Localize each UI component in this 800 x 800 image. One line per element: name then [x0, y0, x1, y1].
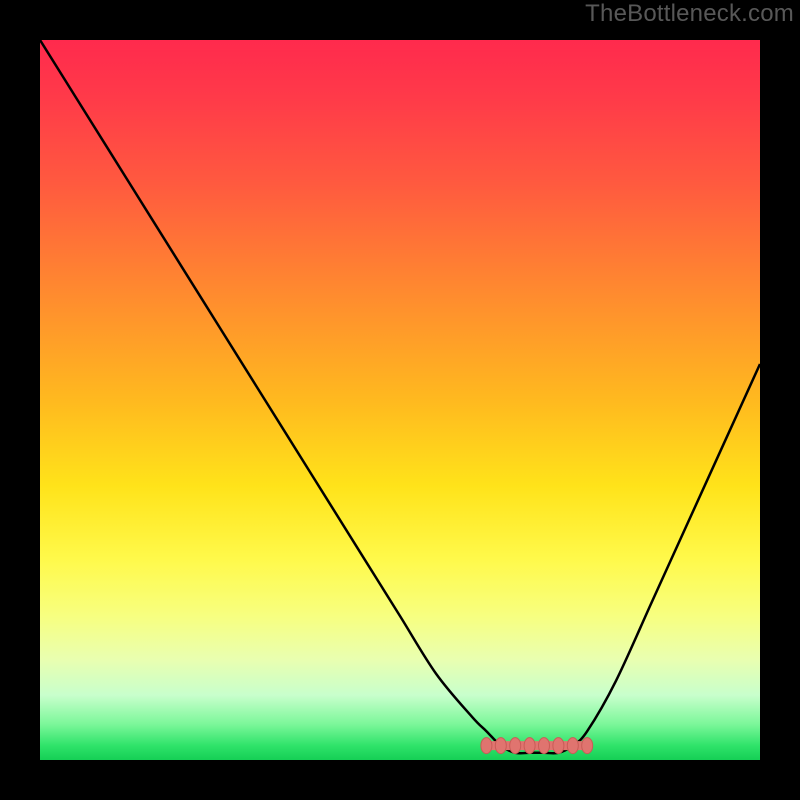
- curve-svg: [40, 40, 760, 760]
- flat-marker: [510, 738, 521, 754]
- flat-marker: [539, 738, 550, 754]
- attribution-text: TheBottleneck.com: [585, 0, 794, 28]
- flat-marker: [553, 738, 564, 754]
- flat-marker: [582, 738, 593, 754]
- flat-marker: [567, 738, 578, 754]
- bottleneck-curve: [40, 40, 760, 753]
- flat-marker: [481, 738, 492, 754]
- chart-frame: TheBottleneck.com: [0, 0, 800, 800]
- flat-marker: [524, 738, 535, 754]
- plot-area: [40, 40, 760, 760]
- flat-marker: [495, 738, 506, 754]
